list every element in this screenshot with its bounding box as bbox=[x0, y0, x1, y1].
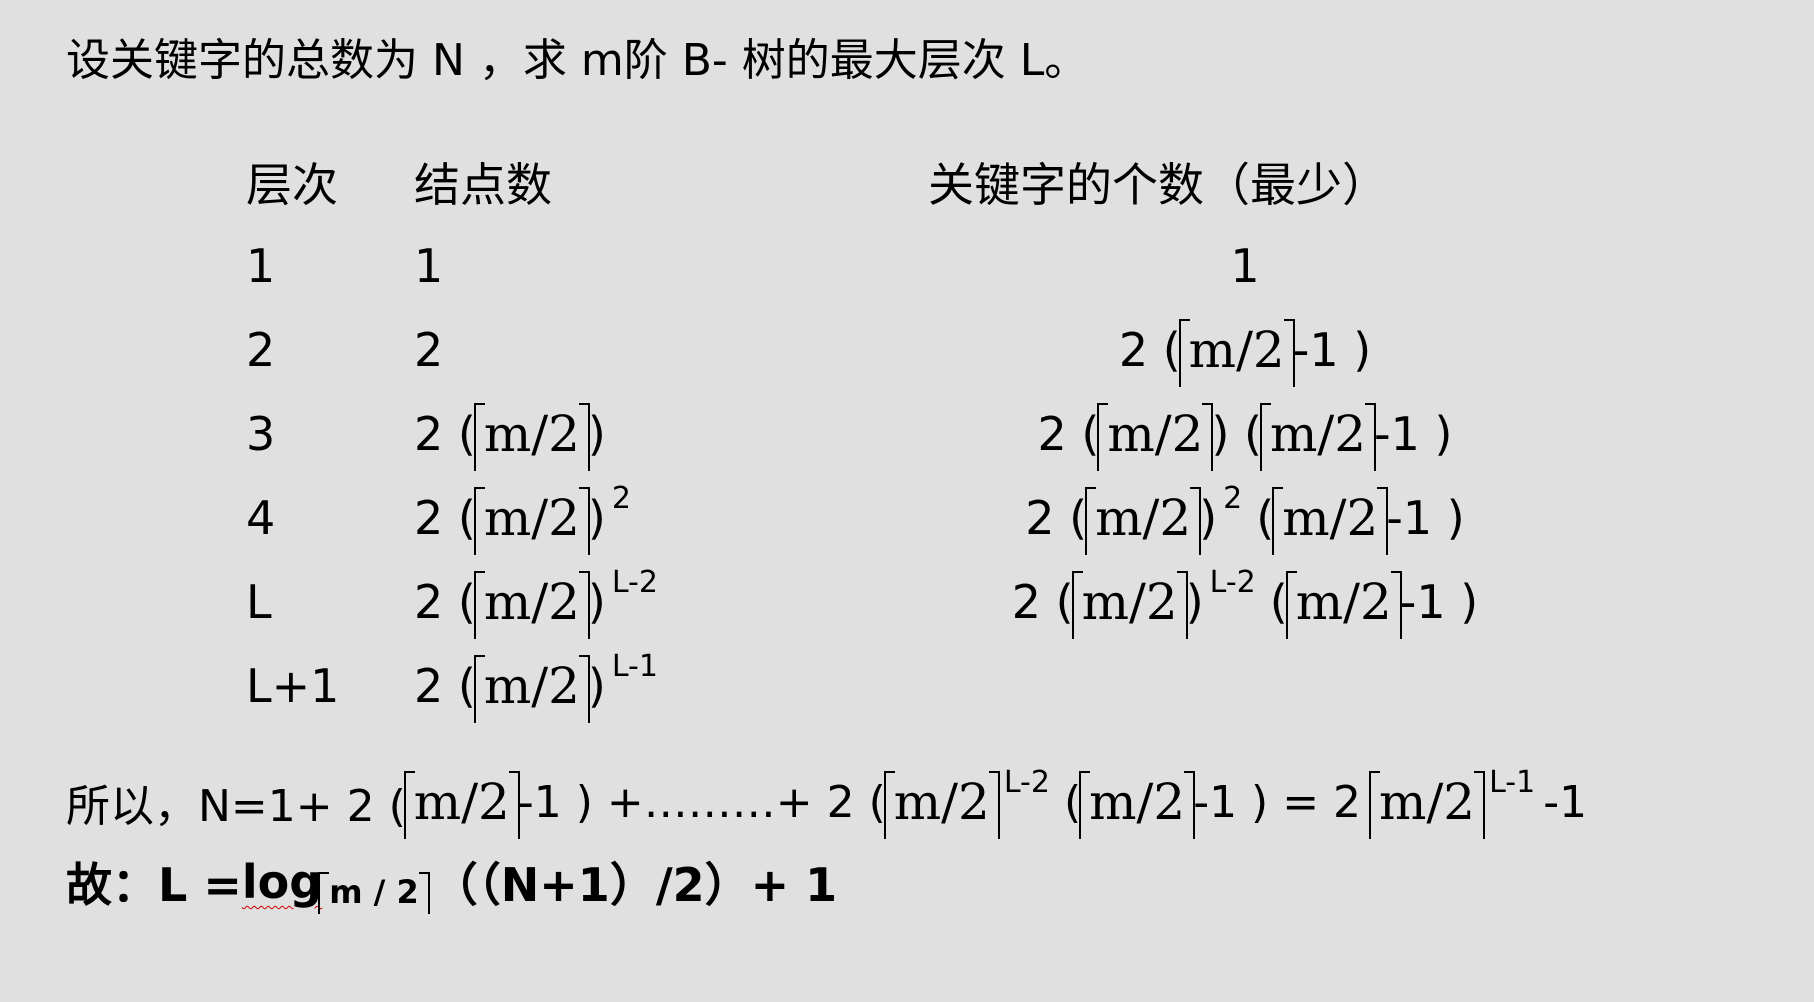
keys-text: ) bbox=[1199, 491, 1218, 545]
keys-cell: 2 ( m/2 ) ( m/2 -1 ) bbox=[1010, 392, 1480, 476]
exponent: 2 bbox=[611, 480, 631, 516]
header-level: 层次 bbox=[246, 158, 338, 212]
keys-cell: 2 ( m/2 ) 2 ( m/2 -1 ) bbox=[1010, 476, 1480, 560]
log-text: log bbox=[241, 855, 323, 909]
keys-text: 2 ( bbox=[1025, 491, 1088, 545]
slide-title: 设关键字的总数为 N ，求 m阶 B- 树的最大层次 L。 bbox=[66, 35, 1089, 86]
ceil-expression: m/2 bbox=[1272, 487, 1389, 555]
header-keys: 关键字的个数（最少） bbox=[928, 158, 1388, 212]
sum-text: -1 bbox=[1543, 776, 1588, 828]
level-cell: 3 bbox=[246, 407, 276, 461]
ceil-expression: m/2 bbox=[473, 655, 591, 723]
sum-text: 所以，N=1+ 2 ( bbox=[66, 781, 406, 832]
sum-text: -1 ) = 2 bbox=[1193, 776, 1362, 828]
keys-text: -1 ) bbox=[1292, 323, 1372, 377]
ceil-expression: m/2 bbox=[1259, 403, 1377, 471]
level-cell: L+1 bbox=[246, 659, 340, 713]
exponent: L-1 bbox=[611, 648, 658, 684]
table-row: L+1 2 ( m/2 ) L-1 bbox=[0, 644, 1814, 728]
nodes-cell: 2 bbox=[414, 323, 444, 377]
ceil-expression: m/2 bbox=[1085, 487, 1202, 555]
table-row: 3 2 ( m/2 ) 2 ( m/2 ) ( m/2 -1 ) bbox=[0, 392, 1814, 476]
ceil-expression: m/2 bbox=[1369, 771, 1486, 839]
ceil-expression: m/2 bbox=[473, 487, 591, 555]
exponent: L-1 bbox=[1489, 764, 1536, 800]
nodes-text: ) bbox=[587, 407, 606, 461]
keys-text: 2 ( bbox=[1011, 575, 1074, 629]
result-text: 故：L = bbox=[66, 858, 242, 912]
nodes-text: 2 ( bbox=[414, 659, 476, 713]
level-cell: L bbox=[246, 575, 272, 629]
keys-text: ) ( bbox=[1211, 407, 1262, 461]
table-header-row: 层次 结点数 关键字的个数（最少） bbox=[0, 140, 1814, 224]
nodes-text: ) bbox=[587, 491, 606, 545]
exponent: 2 bbox=[1223, 480, 1243, 516]
log-base: m / 2 bbox=[318, 872, 430, 914]
keys-text: -1 ) bbox=[1386, 491, 1465, 545]
exponent: L-2 bbox=[1003, 764, 1050, 800]
nodes-text: 2 ( bbox=[414, 575, 476, 629]
sum-text: -1 ) +………+ 2 ( bbox=[517, 776, 886, 828]
ceil-expression: m/2 bbox=[473, 571, 591, 639]
keys-text: 2 ( bbox=[1037, 407, 1100, 461]
keys-text: 2 ( bbox=[1118, 323, 1181, 377]
keys-text: ) bbox=[1185, 575, 1204, 629]
nodes-cell: 1 bbox=[414, 239, 444, 293]
nodes-cell: 2 ( m/2 ) 2 bbox=[414, 476, 631, 560]
ceil-expression: m/2 bbox=[1097, 403, 1214, 471]
keys-cell: 1 bbox=[1230, 239, 1260, 293]
table-row: 2 2 2 ( m/2 -1 ) bbox=[0, 308, 1814, 392]
ceil-expression: m/2 bbox=[883, 771, 1000, 839]
level-cell: 4 bbox=[246, 491, 276, 545]
table-row: L 2 ( m/2 ) L-2 2 ( m/2 ) L-2 ( m/2 -1 ) bbox=[0, 560, 1814, 644]
nodes-cell: 2 ( m/2 ) L-2 bbox=[414, 560, 658, 644]
keys-cell: 2 ( m/2 ) L-2 ( m/2 -1 ) bbox=[1010, 560, 1480, 644]
keys-cell: 2 ( m/2 -1 ) bbox=[1010, 308, 1480, 392]
nodes-text: 2 ( bbox=[414, 407, 476, 461]
slide: 设关键字的总数为 N ，求 m阶 B- 树的最大层次 L。 层次 结点数 关键字… bbox=[0, 0, 1814, 1002]
nodes-cell: 2 ( m/2 ) bbox=[414, 392, 606, 476]
keys-text: -1 ) bbox=[1399, 575, 1479, 629]
ceil-expression: m/2 bbox=[1079, 771, 1196, 839]
nodes-text: 2 ( bbox=[414, 491, 476, 545]
ceil-expression: m/2 bbox=[1178, 319, 1295, 387]
ceil-expression: m/2 bbox=[1285, 571, 1402, 639]
table-row: 1 1 1 bbox=[0, 224, 1814, 308]
exponent: L-2 bbox=[611, 564, 658, 600]
table-row: 4 2 ( m/2 ) 2 2 ( m/2 ) 2 ( m/2 -1 ) bbox=[0, 476, 1814, 560]
nodes-text: ) bbox=[587, 575, 606, 629]
ceil-expression: m/2 bbox=[1071, 571, 1188, 639]
level-cell: 1 bbox=[246, 239, 276, 293]
exponent: L-2 bbox=[1209, 564, 1256, 600]
result-formula: 故：L = log m / 2 （（N+1）/2）+ 1 bbox=[66, 842, 837, 922]
keys-text: -1 ) bbox=[1374, 407, 1453, 461]
level-cell: 2 bbox=[246, 323, 276, 377]
result-text: （（N+1）/2）+ 1 bbox=[431, 858, 838, 912]
nodes-cell: 2 ( m/2 ) L-1 bbox=[414, 644, 658, 728]
ceil-expression: m/2 bbox=[473, 403, 591, 471]
ceil-expression: m/2 bbox=[403, 771, 520, 839]
nodes-text: ) bbox=[587, 659, 606, 713]
sum-formula: 所以，N=1+ 2 ( m/2 -1 ) +………+ 2 ( m/2 L-2 (… bbox=[66, 762, 1587, 842]
header-nodes: 结点数 bbox=[414, 158, 552, 212]
